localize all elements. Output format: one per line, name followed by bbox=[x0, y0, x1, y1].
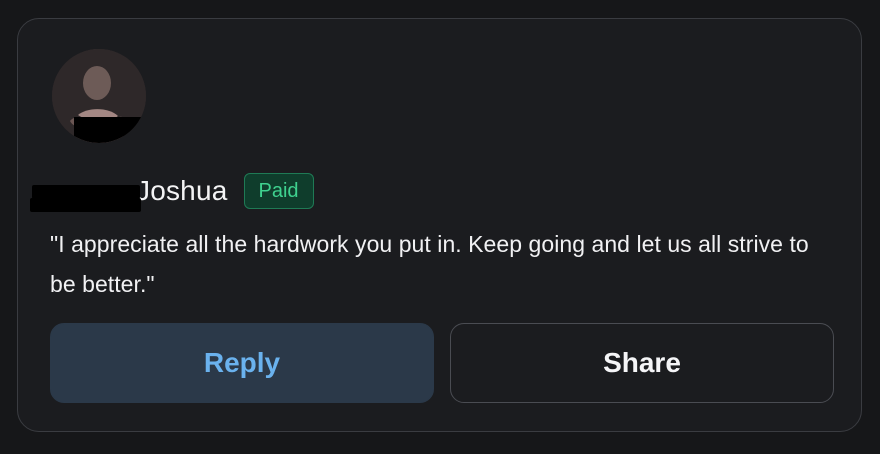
paid-badge: Paid bbox=[243, 173, 314, 209]
comment-text: "I appreciate all the hardwork you put i… bbox=[50, 231, 809, 297]
reply-button[interactable]: Reply bbox=[50, 323, 434, 403]
author-name-container: Joshua bbox=[30, 169, 228, 213]
avatar-redaction-bar bbox=[74, 117, 146, 143]
name-redaction-bar-bottom bbox=[30, 198, 141, 212]
user-avatar[interactable] bbox=[52, 49, 146, 143]
comment-card: Joshua Paid "I appreciate all the hardwo… bbox=[17, 18, 862, 432]
share-button[interactable]: Share bbox=[450, 323, 834, 403]
name-redaction-bar-top bbox=[32, 185, 140, 199]
author-row: Joshua Paid bbox=[30, 169, 314, 213]
redacted-name-area bbox=[30, 175, 141, 212]
author-name[interactable]: Joshua bbox=[136, 177, 228, 205]
